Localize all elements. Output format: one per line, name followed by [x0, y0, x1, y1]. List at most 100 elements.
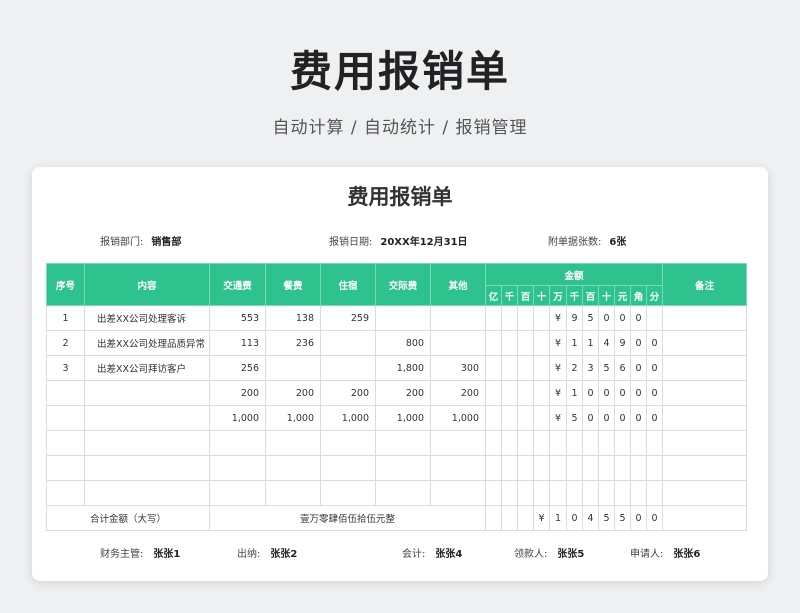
cell-content[interactable] — [84, 405, 210, 431]
cell-other[interactable] — [430, 305, 486, 331]
applicant-label: 申请人: — [630, 549, 664, 560]
cell-remark[interactable] — [662, 380, 747, 406]
applicant-value[interactable]: 张张6 — [673, 549, 700, 560]
cell-transport[interactable] — [209, 455, 266, 481]
cell-remark[interactable] — [662, 405, 747, 431]
receiver-value[interactable]: 张张5 — [557, 549, 584, 560]
cell-remark[interactable] — [662, 455, 747, 481]
finance-value[interactable]: 张张1 — [153, 549, 180, 560]
cell-lodging[interactable] — [320, 355, 376, 381]
cell-lodging[interactable] — [320, 480, 376, 506]
cell-other[interactable] — [430, 430, 486, 456]
cell-remark[interactable] — [662, 355, 747, 381]
cell-social[interactable] — [375, 305, 431, 331]
cell-content[interactable] — [84, 430, 210, 456]
cell-lodging[interactable] — [320, 455, 376, 481]
cell-transport[interactable]: 256 — [209, 355, 266, 381]
cell-no[interactable] — [46, 430, 85, 456]
total-digit-cell: 0 — [630, 505, 647, 531]
digit-header-8: 元 — [614, 285, 631, 306]
attachments-value[interactable]: 6张 — [609, 237, 626, 248]
cell-no[interactable]: 3 — [46, 355, 85, 381]
cell-no[interactable] — [46, 455, 85, 481]
cell-content[interactable]: 出差XX公司拜访客户 — [84, 355, 210, 381]
amount-digit-cell: 1 — [566, 380, 583, 406]
total-digit-cell: 1 — [549, 505, 567, 531]
cell-transport[interactable] — [209, 430, 266, 456]
cell-social[interactable] — [375, 430, 431, 456]
cell-meal[interactable]: 138 — [265, 305, 321, 331]
cell-content[interactable]: 出差XX公司处理品质异常 — [84, 330, 210, 356]
cell-lodging[interactable] — [320, 430, 376, 456]
cell-transport[interactable] — [209, 480, 266, 506]
amount-digit-cell: 0 — [582, 380, 599, 406]
cell-transport[interactable]: 1,000 — [209, 405, 266, 431]
cell-no[interactable]: 1 — [46, 305, 85, 331]
cell-content[interactable] — [84, 455, 210, 481]
digit-header-3: 十 — [533, 285, 550, 306]
cell-remark[interactable] — [662, 480, 747, 506]
amount-digit-cell — [517, 430, 534, 456]
amount-digit-cell: ¥ — [549, 405, 567, 431]
cell-meal[interactable] — [265, 455, 321, 481]
cashier-signature: 出纳: 张张2 — [237, 545, 297, 560]
cell-social[interactable]: 1,000 — [375, 405, 431, 431]
table-row: 1 出差XX公司处理客诉 553 138 259 ¥9 5 0 0 0 — [46, 305, 747, 331]
amount-digit-cell — [630, 430, 647, 456]
amount-digit-cell: ¥ — [549, 380, 567, 406]
total-label: 合计金额（大写） — [46, 505, 210, 531]
cell-content[interactable] — [84, 480, 210, 506]
cell-content[interactable]: 出差XX公司处理客诉 — [84, 305, 210, 331]
amount-digit-cell — [501, 480, 518, 506]
cell-lodging[interactable] — [320, 330, 376, 356]
cell-other[interactable] — [430, 455, 486, 481]
cell-other[interactable]: 200 — [430, 380, 486, 406]
cell-meal[interactable] — [265, 430, 321, 456]
cell-remark[interactable] — [662, 430, 747, 456]
cell-meal[interactable] — [265, 480, 321, 506]
department-value[interactable]: 销售部 — [151, 237, 181, 248]
page-title: 费用报销单 — [289, 47, 510, 96]
cell-social[interactable]: 200 — [375, 380, 431, 406]
cell-no[interactable] — [46, 380, 85, 406]
amount-digit-cell — [533, 305, 550, 331]
cell-other[interactable]: 1,000 — [430, 405, 486, 431]
cell-no[interactable]: 2 — [46, 330, 85, 356]
cell-social[interactable] — [375, 455, 431, 481]
cell-content[interactable] — [84, 380, 210, 406]
cell-no[interactable] — [46, 480, 85, 506]
amount-digit-cell — [485, 430, 502, 456]
amount-digit-cell: 6 — [614, 355, 631, 381]
header-lodging: 住宿 — [320, 263, 376, 306]
cell-social[interactable] — [375, 480, 431, 506]
amount-digit-cell: 1 — [582, 330, 599, 356]
amount-digit-cell: ¥ — [549, 330, 567, 356]
cell-transport[interactable]: 553 — [209, 305, 266, 331]
cell-meal[interactable]: 200 — [265, 380, 321, 406]
cell-transport[interactable]: 113 — [209, 330, 266, 356]
cell-social[interactable]: 800 — [375, 330, 431, 356]
cashier-value[interactable]: 张张2 — [270, 549, 297, 560]
date-value[interactable]: 20XX年12月31日 — [380, 237, 467, 248]
cell-remark[interactable] — [662, 305, 747, 331]
cell-meal[interactable]: 236 — [265, 330, 321, 356]
cell-transport[interactable]: 200 — [209, 380, 266, 406]
cell-no[interactable] — [46, 405, 85, 431]
cell-remark[interactable] — [662, 330, 747, 356]
amount-digit-cell — [549, 455, 567, 481]
accountant-value[interactable]: 张张4 — [435, 549, 462, 560]
amount-digit-cell: 0 — [630, 405, 647, 431]
finance-signature: 财务主管: 张张1 — [100, 545, 180, 560]
cell-meal[interactable] — [265, 355, 321, 381]
cell-lodging[interactable]: 200 — [320, 380, 376, 406]
cell-other[interactable]: 300 — [430, 355, 486, 381]
total-digit-cell: 5 — [614, 505, 631, 531]
cell-other[interactable] — [430, 330, 486, 356]
cell-social[interactable]: 1,800 — [375, 355, 431, 381]
cell-meal[interactable]: 1,000 — [265, 405, 321, 431]
cashier-label: 出纳: — [237, 549, 261, 560]
amount-digit-cell — [517, 380, 534, 406]
cell-lodging[interactable]: 259 — [320, 305, 376, 331]
cell-other[interactable] — [430, 480, 486, 506]
cell-lodging[interactable]: 1,000 — [320, 405, 376, 431]
